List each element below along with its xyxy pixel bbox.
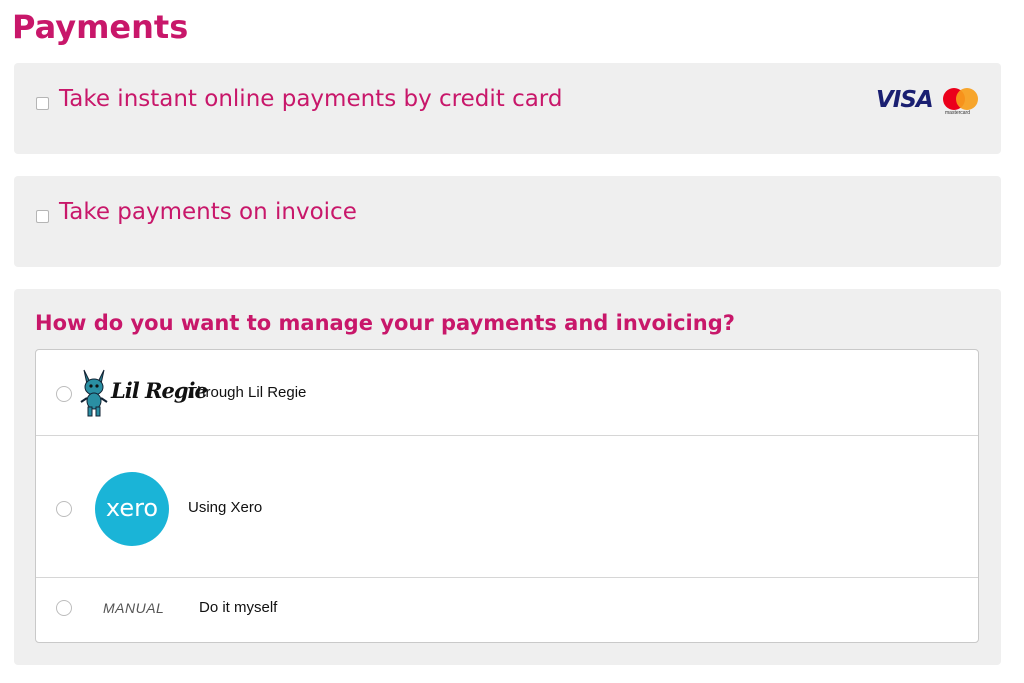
- lil-regie-label[interactable]: Through Lil Regie: [188, 384, 306, 401]
- invoice-checkbox[interactable]: [36, 210, 49, 223]
- credit-card-checkbox[interactable]: [36, 97, 49, 110]
- credit-card-panel: Take instant online payments by credit c…: [14, 63, 1001, 154]
- manual-label[interactable]: Do it myself: [199, 599, 277, 616]
- mastercard-icon: mastercard: [943, 88, 981, 116]
- option-lil-regie[interactable]: Lil Regie Through Lil Regie: [36, 350, 978, 436]
- page-title: Payments: [12, 8, 189, 46]
- manage-options: Lil Regie Through Lil Regie xero Using X…: [35, 349, 979, 643]
- invoice-label[interactable]: Take payments on invoice: [59, 199, 357, 225]
- option-manual[interactable]: MANUAL Do it myself: [36, 578, 978, 642]
- mastercard-caption: mastercard: [945, 110, 971, 116]
- lil-regie-logo: Lil Regie: [78, 368, 208, 418]
- lil-regie-radio[interactable]: [56, 386, 72, 402]
- manual-logo: MANUAL: [103, 600, 165, 616]
- visa-logo: VISA: [876, 87, 934, 113]
- option-xero[interactable]: xero Using Xero: [36, 436, 978, 578]
- xero-label[interactable]: Using Xero: [188, 499, 262, 516]
- lil-regie-mascot-icon: [80, 369, 108, 417]
- manage-panel: How do you want to manage your payments …: [14, 289, 1001, 665]
- xero-logo: xero: [95, 472, 169, 546]
- invoice-panel: Take payments on invoice: [14, 176, 1001, 267]
- card-logos: VISA mastercard: [876, 85, 980, 117]
- credit-card-label[interactable]: Take instant online payments by credit c…: [59, 86, 562, 112]
- xero-radio[interactable]: [56, 501, 72, 517]
- manual-radio[interactable]: [56, 600, 72, 616]
- manage-question: How do you want to manage your payments …: [35, 311, 735, 335]
